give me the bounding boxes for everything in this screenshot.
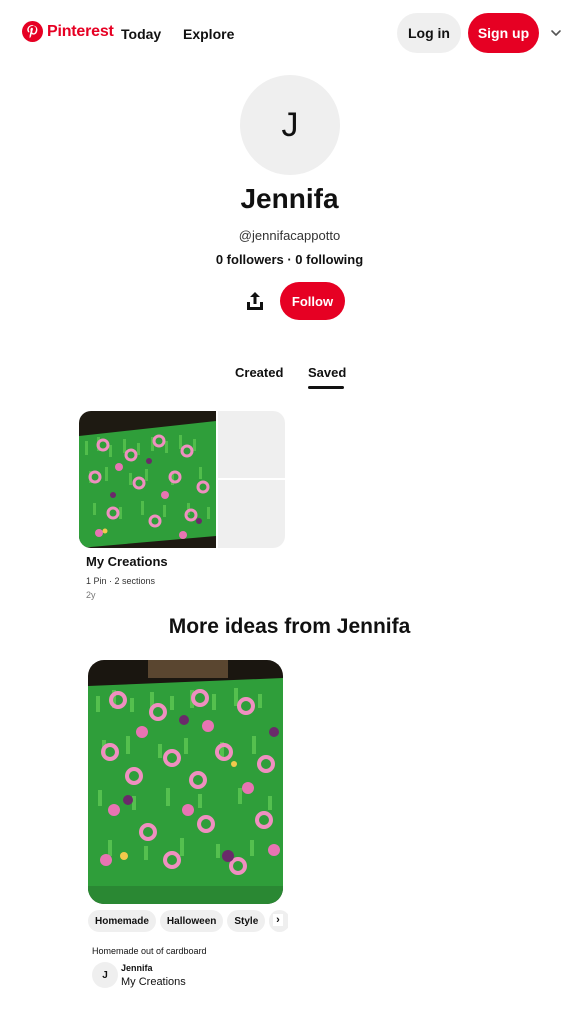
tag-chip[interactable]: Halloween	[159, 910, 224, 932]
follow-stats[interactable]: 0 followers · 0 following	[0, 252, 579, 267]
pin-author-name[interactable]: Jennifa	[121, 963, 153, 973]
tag-chip[interactable]: Homemade	[88, 910, 156, 932]
more-ideas-heading: More ideas from Jennifa	[168, 615, 411, 638]
profile-avatar: J	[240, 75, 340, 175]
nav-explore[interactable]: Explore	[183, 26, 234, 42]
pinterest-logo[interactable]: Pinterest	[22, 21, 114, 42]
follow-button[interactable]: Follow	[280, 282, 345, 320]
pin-tags: Homemade Halloween Style S	[88, 910, 288, 932]
board-title[interactable]: My Creations	[86, 554, 168, 569]
tab-saved[interactable]: Saved	[308, 365, 346, 380]
board-cover-image	[79, 411, 216, 548]
share-icon[interactable]	[243, 289, 267, 313]
pin-image	[88, 660, 283, 904]
active-tab-indicator	[308, 386, 344, 389]
pin-author-avatar[interactable]: J	[92, 962, 118, 988]
logo-text: Pinterest	[47, 22, 114, 40]
pin-description: Homemade out of cardboard	[92, 946, 207, 956]
pin-card[interactable]	[88, 660, 283, 904]
signup-button[interactable]: Sign up	[468, 13, 539, 53]
tag-chip[interactable]: Style	[227, 910, 266, 932]
tab-created[interactable]: Created	[235, 365, 283, 380]
nav-today[interactable]: Today	[121, 26, 161, 42]
chevron-right-icon[interactable]: ›	[273, 914, 283, 926]
board-meta: 1 Pin · 2 sections	[86, 576, 156, 586]
board-thumbnail-top	[218, 411, 285, 478]
pin-board-name[interactable]: My Creations	[121, 976, 186, 988]
header: Pinterest Today Explore Log in Sign up	[0, 0, 579, 66]
profile-name: Jennifa	[240, 183, 339, 214]
board-thumbnail-bottom	[218, 480, 285, 548]
profile-handle: @jennifacappotto	[238, 228, 341, 243]
board-card[interactable]	[79, 411, 285, 548]
pinterest-logo-icon	[22, 21, 43, 42]
login-button[interactable]: Log in	[397, 13, 461, 53]
chevron-down-icon[interactable]	[549, 26, 563, 40]
board-age: 2y	[86, 590, 96, 600]
